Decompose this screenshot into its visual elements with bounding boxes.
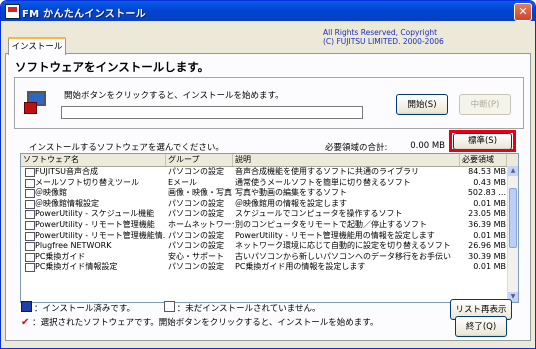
- cell-name: PowerUtility - リモート管理機能: [35, 220, 155, 229]
- cell-size: 84.53 MB: [468, 167, 506, 176]
- cell-group: パソコンの設定: [168, 167, 224, 176]
- cell-name: PC乗換ガイド情報設定: [35, 262, 118, 272]
- cell-name: メールソフト切り替えツール: [35, 177, 139, 187]
- list-item[interactable]: Plugfree NETWORK パソコンの設定 ネットワーク環境に応じて自動的に設…: [21, 241, 507, 252]
- column-header-name[interactable]: ソフトウェア名: [21, 154, 166, 166]
- list-item[interactable]: PowerUtility - リモート管理機能 ホームネットワーク 別のコンピュータ…: [21, 220, 507, 230]
- legend-installed-text: ：インストール済みです。: [34, 304, 135, 314]
- list-item[interactable]: PC乗換ガイド情報設定 パソコンの設定 PC乗換ガイド用の情報を設定します 0.01 …: [21, 262, 507, 273]
- tab-install[interactable]: インストール: [8, 37, 66, 55]
- select-prompt: インストールするソフトウェアを選んでください。: [29, 143, 224, 153]
- cell-description: 古いパソコンから新しいパソコンへのデータ移行をお手伝い: [235, 251, 451, 261]
- cell-name: PowerUtility - スケジュール機能: [35, 209, 155, 219]
- checkbox-icon[interactable]: [25, 210, 35, 220]
- vertical-scrollbar[interactable]: ▲ ▼: [507, 166, 518, 302]
- cell-description: 通常使うメールソフトを簡単に切り替えるソフト: [235, 177, 411, 187]
- start-button[interactable]: 開始(S): [396, 94, 448, 115]
- total-size-label: 必要領域の合計:: [325, 143, 388, 153]
- cell-name: Plugfree NETWORK: [35, 241, 112, 251]
- legend-selected-row: ✔ ：選択されたソフトウェアです。開始ボタンをクリックすると、インストールを始め…: [21, 316, 378, 328]
- software-list[interactable]: ソフトウェア名 グループ 説明 必要領域 FUJITSU音声合成 パソコンの設定音…: [20, 153, 519, 303]
- column-header-size[interactable]: 必要領域: [460, 154, 507, 166]
- exit-button[interactable]: 終了(Q): [455, 316, 507, 337]
- list-item[interactable]: PowerUtility - スケジュール機能 パソコンの設定 スケジュールでコンピ…: [21, 209, 507, 220]
- checkbox-icon[interactable]: [25, 221, 35, 230]
- cell-size: 0.01 MB: [473, 230, 506, 240]
- red-check-icon: ✔: [21, 317, 30, 328]
- checkbox-icon[interactable]: [25, 168, 35, 177]
- cell-size: 26.96 MB: [468, 241, 506, 251]
- cell-description: ＠映像館用の情報を設定します: [235, 198, 347, 208]
- cell-description: ネットワーク環境に応じて自動的に設定を切り替えるソフト: [235, 241, 451, 251]
- cell-name: FUJITSU音声合成: [35, 167, 98, 176]
- total-size-value: 0.00 MB: [410, 141, 445, 151]
- checkbox-icon[interactable]: [25, 189, 35, 199]
- list-item[interactable]: メールソフト切り替えツール Eメール 通常使うメールソフトを簡単に切り替えるソフト 0…: [21, 178, 507, 188]
- cell-group: パソコンの設定: [168, 209, 224, 219]
- cell-name: ＠映像館: [35, 188, 67, 198]
- cell-group: Eメール: [168, 177, 198, 187]
- title-bar: FM かんたんインストール ✕: [1, 1, 535, 21]
- list-header: ソフトウェア名 グループ 説明 必要領域: [21, 154, 518, 167]
- highlight-box: [449, 130, 516, 152]
- cell-group: パソコンの設定: [168, 230, 224, 240]
- cell-name: PowerUtility - リモート管理機能情...: [35, 230, 165, 240]
- checkbox-icon[interactable]: [25, 252, 35, 262]
- cell-description: 音声合成機能を使用するソフトに共通のライブラリ: [235, 167, 419, 176]
- app-icon: [5, 4, 20, 19]
- close-button[interactable]: ✕: [514, 3, 532, 21]
- scroll-up-arrow-icon[interactable]: ▲: [508, 166, 518, 176]
- checkbox-icon[interactable]: [25, 231, 35, 241]
- scroll-thumb[interactable]: [509, 188, 517, 248]
- checkbox-icon[interactable]: [25, 242, 35, 252]
- list-item[interactable]: PowerUtility - リモート管理機能情... パソコンの設定 PowerU…: [21, 231, 507, 241]
- cell-description: 写真や動画の編集をするソフト: [235, 188, 347, 198]
- installed-icon: [21, 301, 32, 312]
- cell-size: 0.43 MB: [473, 177, 506, 187]
- window-title: FM かんたんインストール: [22, 9, 146, 20]
- cell-description: スケジュールでコンピュータを操作するソフト: [235, 209, 403, 219]
- list-item[interactable]: ＠映像館 画像・映像・写真 写真や動画の編集をするソフト 502.83 ...: [21, 188, 507, 199]
- instruction-text: 開始ボタンをクリックすると、インストールを始めます。: [64, 91, 284, 101]
- cell-size: 30.39 MB: [468, 251, 506, 261]
- cell-name: PC乗換ガイド: [35, 251, 86, 261]
- cell-group: 画像・映像・写真: [168, 188, 232, 198]
- cell-size: 23.05 MB: [468, 209, 506, 219]
- progress-bar: [61, 106, 363, 119]
- cell-group: パソコンの設定: [168, 241, 224, 251]
- cell-size: 0.01 MB: [473, 262, 506, 272]
- copyright-notice: All Rights Reserved, Copyright (C) FUJITS…: [323, 28, 444, 46]
- legend-installed-row: ：インストール済みです。 ：未だインストールされていません。: [21, 301, 321, 314]
- installer-window: FM かんたんインストール ✕ All Rights Reserved, Cop…: [0, 0, 536, 349]
- stop-button[interactable]: 中断(P): [459, 94, 511, 115]
- list-item[interactable]: PC乗換ガイド 安心・サポート 古いパソコンから新しいパソコンへのデータ移行をお手伝…: [21, 252, 507, 262]
- list-item[interactable]: ＠映像館情報設定 パソコンの設定 ＠映像館用の情報を設定します 0.01 MB: [21, 199, 507, 209]
- legend-selected-text: ：選択されたソフトウェアです。開始ボタンをクリックすると、インストールを始めます…: [32, 318, 379, 328]
- cell-group: パソコンの設定: [168, 262, 224, 272]
- checkbox-icon[interactable]: [25, 263, 35, 273]
- cell-description: PowerUtility - リモート管理機能用の情報を設定します: [235, 230, 435, 240]
- installer-icon: [24, 88, 47, 114]
- cell-group: パソコンの設定: [168, 198, 224, 208]
- legend-not-installed-text: ：未だインストールされていません。: [176, 304, 321, 314]
- cell-name: ＠映像館情報設定: [35, 198, 99, 208]
- not-installed-icon: [163, 301, 175, 312]
- page-heading: ソフトウェアをインストールします。: [15, 60, 210, 74]
- cell-group: ホームネットワーク: [168, 220, 234, 229]
- cell-description: PC乗換ガイド用の情報を設定します: [235, 262, 366, 272]
- column-header-group[interactable]: グループ: [166, 154, 233, 166]
- cell-size: 502.83 ...: [467, 188, 506, 198]
- cell-description: 別のコンピュータをリモートで起動／停止するソフト: [235, 220, 427, 229]
- list-item[interactable]: FUJITSU音声合成 パソコンの設定 音声合成機能を使用するソフトに共通のライブラ…: [21, 167, 507, 177]
- cell-size: 0.01 MB: [473, 198, 506, 208]
- checkbox-icon[interactable]: [25, 178, 35, 188]
- column-header-description[interactable]: 説明: [233, 154, 460, 166]
- checkbox-icon[interactable]: [25, 199, 35, 209]
- cell-size: 36.39 MB: [468, 220, 506, 229]
- cell-group: 安心・サポート: [168, 251, 224, 261]
